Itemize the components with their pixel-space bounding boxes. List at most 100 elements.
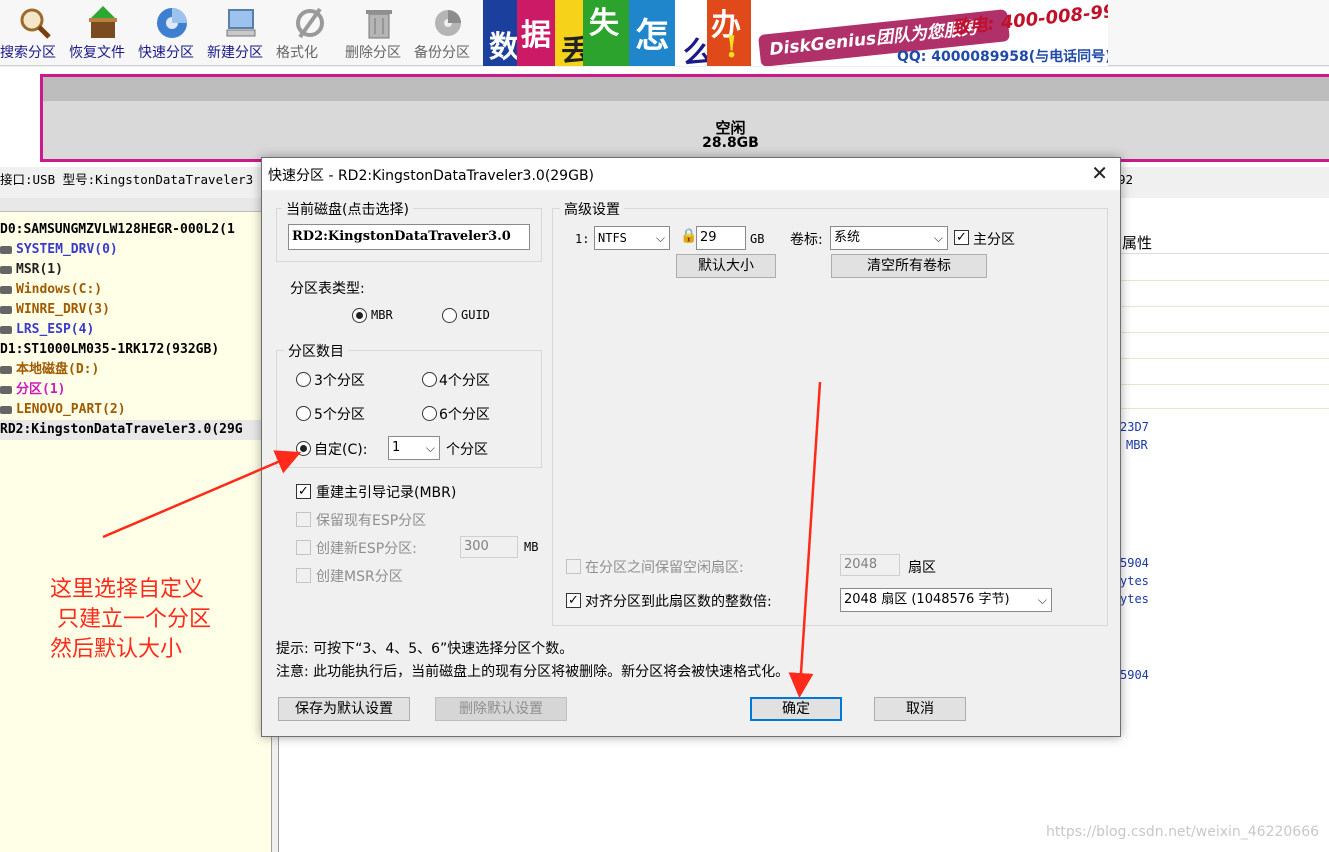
format-icon	[296, 7, 324, 39]
create-esp-checkbox[interactable]	[296, 540, 311, 555]
keep-gap-input[interactable]: 2048	[840, 554, 900, 576]
rebuild-mbr-checkbox[interactable]: ✓	[296, 484, 311, 499]
ok-button[interactable]: 确定	[750, 697, 842, 721]
close-icon[interactable]: ✕	[1091, 161, 1108, 185]
partition-icon	[0, 405, 12, 414]
align-select[interactable]: 2048 扇区 (1048576 字节) ⌵	[840, 588, 1052, 612]
tree-item-partition[interactable]: WINRE_DRV(3)	[0, 300, 110, 320]
attribute-column-header[interactable]: 属性	[1118, 228, 1329, 254]
count-5-label: 5个分区	[314, 407, 365, 423]
default-size-button[interactable]: 默认大小	[676, 254, 776, 278]
clear-all-labels-button[interactable]: 清空所有卷标	[831, 254, 987, 278]
delete-icon	[366, 10, 392, 39]
count-4-radio[interactable]	[422, 372, 437, 387]
create-msr-checkbox[interactable]	[296, 568, 311, 583]
save-default-button[interactable]: 保存为默认设置	[278, 697, 410, 721]
ad-banner[interactable]: 数 据 丢 失 怎 么 办! DiskGenius团队为您服务 致电: 400-…	[483, 0, 1108, 66]
create-msr-label: 创建MSR分区	[316, 569, 403, 585]
primary-partition-label: 主分区	[973, 232, 1015, 248]
partition-table-type-label: 分区表类型:	[290, 281, 365, 297]
align-value: 2048 扇区 (1048576 字节)	[844, 592, 1010, 607]
current-disk-group-title: 当前磁盘(点击选择)	[282, 199, 413, 219]
new-partition-label: 新建分区	[207, 45, 263, 61]
tree-scrollbar[interactable]	[0, 198, 262, 212]
size-input[interactable]: 29	[696, 226, 746, 250]
filesystem-select[interactable]: NTFS ⌵	[594, 226, 670, 250]
attribute-header-label: 属性	[1122, 234, 1153, 252]
partition-count-group-title: 分区数目	[284, 341, 348, 361]
custom-count-label: 自定(C):	[314, 442, 368, 458]
partition-icon	[0, 265, 12, 274]
toolbar: 搜索分区 恢复文件 快速分区 新建分区 格式化 删除分区 备份分区 数 据 丢 …	[0, 0, 1329, 66]
custom-count-radio[interactable]	[296, 441, 311, 456]
tree-item-rd2[interactable]: RD2:KingstonDataTraveler3.0(29G	[0, 420, 271, 440]
count-4-label: 4个分区	[439, 373, 490, 389]
mbr-label: MBR	[371, 308, 393, 322]
search-partition-label: 搜索分区	[0, 45, 56, 61]
tree-item-disk0[interactable]: D0:SAMSUNGMZVLW128HEGR-000L2(1	[0, 220, 235, 240]
chevron-down-icon: ⌵	[1037, 593, 1047, 607]
new-partition-icon	[226, 9, 256, 37]
custom-count-select[interactable]: 1 ⌵	[388, 436, 440, 460]
keep-gap-label: 在分区之间保留空闲扇区:	[585, 560, 744, 576]
row-index: 1:	[575, 232, 590, 246]
banner-char: 失	[589, 6, 619, 41]
tree-item-partition[interactable]: Windows(C:)	[0, 280, 102, 300]
cancel-button[interactable]: 取消	[874, 697, 966, 721]
backup-partition-label: 备份分区	[414, 45, 470, 61]
lock-icon[interactable]: 🔒	[680, 228, 697, 244]
banner-char: 怎	[635, 16, 669, 56]
guid-label: GUID	[461, 308, 490, 322]
tree-item-disk1[interactable]: D1:ST1000LM035-1RK172(932GB)	[0, 340, 219, 360]
search-partition-button[interactable]: 搜索分区	[0, 2, 68, 64]
partition-icon	[0, 325, 12, 334]
delete-default-button[interactable]: 删除默认设置	[435, 697, 567, 721]
format-button[interactable]: 格式化	[276, 2, 344, 64]
mbr-radio[interactable]	[352, 308, 367, 323]
recover-files-button[interactable]: 恢复文件	[69, 2, 137, 64]
detail-text: ytes	[1120, 574, 1149, 588]
advanced-settings-title: 高级设置	[560, 199, 624, 219]
delete-partition-label: 删除分区	[345, 45, 401, 61]
banner-qq: QQ: 4000089958(与电话同号)	[897, 49, 1108, 65]
warning-text: 注意: 此功能执行后，当前磁盘上的现有分区将被删除。新分区将会被快速格式化。	[276, 664, 790, 680]
count-5-radio[interactable]	[296, 406, 311, 421]
new-partition-button[interactable]: 新建分区	[207, 2, 275, 64]
esp-size-input[interactable]: 300	[460, 536, 518, 558]
tree-item-partition[interactable]: 分区(1)	[0, 380, 65, 400]
format-label: 格式化	[276, 45, 318, 61]
keep-gap-unit: 扇区	[908, 560, 936, 576]
tree-item-partition[interactable]: LRS_ESP(4)	[0, 320, 94, 340]
tree-item-partition[interactable]: 本地磁盘(D:)	[0, 360, 99, 380]
keep-esp-label: 保留现有ESP分区	[316, 513, 427, 529]
backup-partition-button[interactable]: 备份分区	[414, 2, 482, 64]
dialog-titlebar[interactable]: 快速分区 - RD2:KingstonDataTraveler3.0(29GB)…	[262, 158, 1120, 190]
detail-text: 5904	[1120, 668, 1149, 682]
primary-partition-checkbox[interactable]: ✓	[954, 230, 969, 245]
detail-text: MBR	[1126, 438, 1148, 452]
banner-char: 数	[489, 30, 519, 65]
annotation-text: 这里选择自定义 只建立一个分区 然后默认大小	[50, 577, 211, 662]
volume-label-select[interactable]: 系统 ⌵	[830, 226, 948, 250]
disk-tree: D0:SAMSUNGMZVLW128HEGR-000L2(1 SYSTEM_DR…	[0, 198, 272, 852]
keep-esp-checkbox[interactable]	[296, 512, 311, 527]
count-6-radio[interactable]	[422, 406, 437, 421]
create-esp-label: 创建新ESP分区:	[316, 541, 417, 557]
current-disk-selector[interactable]: RD2:KingstonDataTraveler3.0	[288, 224, 530, 250]
keep-gap-checkbox[interactable]	[566, 559, 581, 574]
detail-text: ytes	[1120, 592, 1149, 606]
disk-info-text: 接口:USB 型号:KingstonDataTraveler3	[0, 172, 254, 187]
partition-icon	[0, 305, 12, 314]
guid-radio[interactable]	[442, 308, 457, 323]
count-3-radio[interactable]	[296, 372, 311, 387]
tree-item-partition[interactable]: SYSTEM_DRV(0)	[0, 240, 118, 260]
free-space-bar[interactable]: 空闲 28.8GB	[40, 74, 1329, 162]
quick-partition-button[interactable]: 快速分区	[138, 2, 206, 64]
tree-item-partition[interactable]: LENOVO_PART(2)	[0, 400, 126, 420]
delete-partition-button[interactable]: 删除分区	[345, 2, 413, 64]
tree-item-partition[interactable]: MSR(1)	[0, 260, 63, 280]
free-space-size: 28.8GB	[702, 135, 759, 151]
hint-text: 提示: 可按下“3、4、5、6”快速选择分区个数。	[276, 641, 574, 657]
recover-files-label: 恢复文件	[69, 45, 125, 61]
align-checkbox[interactable]: ✓	[566, 593, 581, 608]
